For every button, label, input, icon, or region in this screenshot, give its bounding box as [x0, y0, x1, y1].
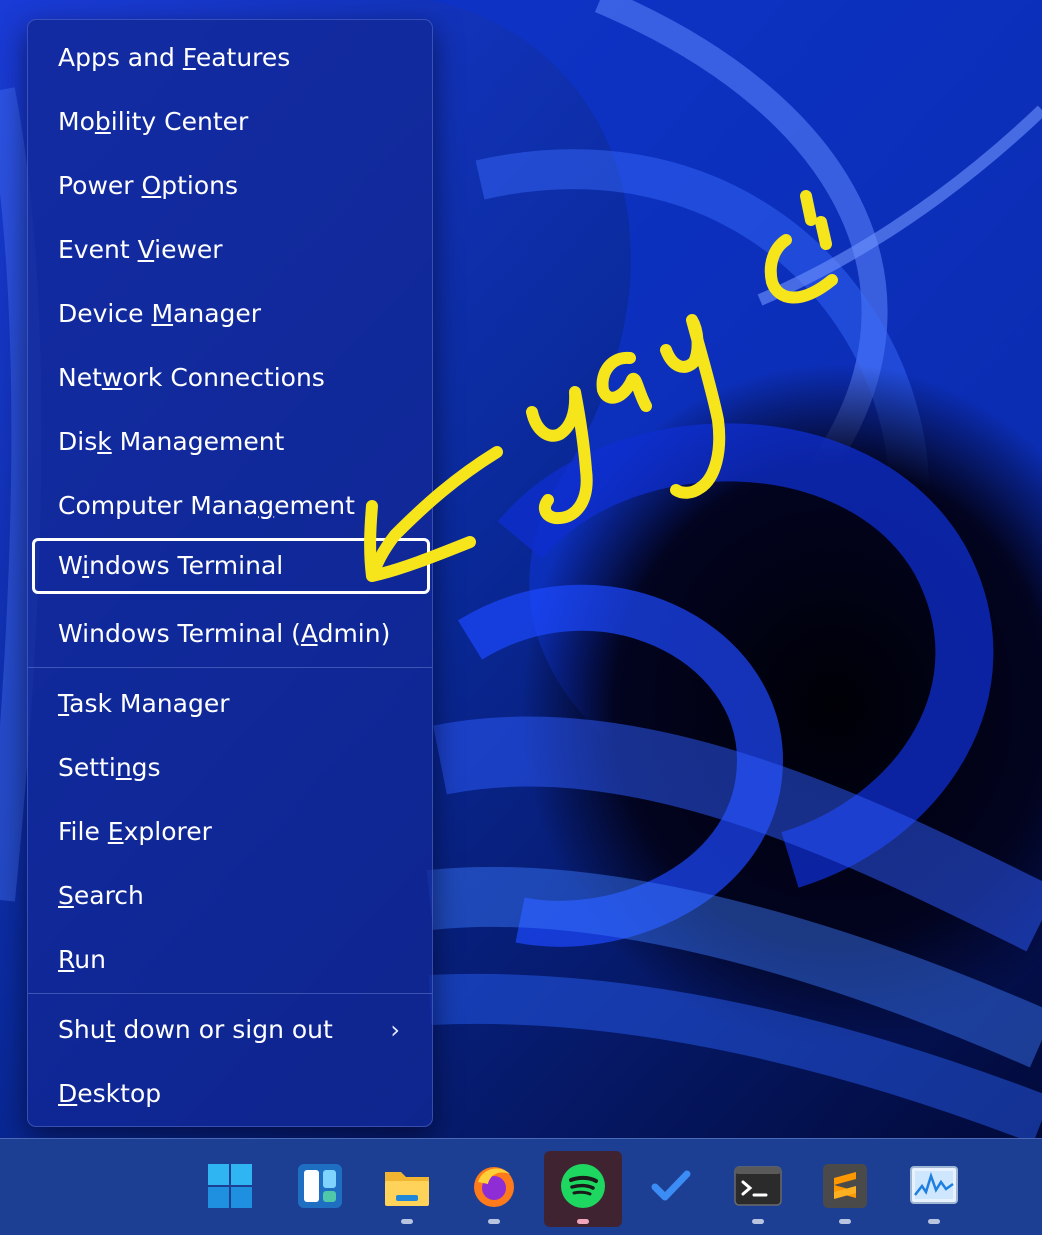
running-indicator	[752, 1219, 764, 1224]
running-indicator	[839, 1219, 851, 1224]
menu-item-file-explorer[interactable]: File Explorer	[32, 804, 430, 860]
spotify-icon	[561, 1164, 605, 1208]
widgets-icon	[298, 1164, 342, 1208]
taskbar-widgets-button[interactable]	[281, 1151, 359, 1227]
menu-item-label: Windows Terminal	[58, 551, 284, 580]
menu-item-network-connections[interactable]: Network Connections	[32, 350, 430, 406]
taskbar	[0, 1138, 1042, 1235]
menu-item-label: Power Options	[58, 171, 239, 200]
menu-item-label: Settings	[58, 753, 161, 782]
menu-item-device-manager[interactable]: Device Manager	[32, 286, 430, 342]
taskbar-resource-monitor-button[interactable]	[895, 1151, 973, 1227]
menu-item-label: Task Manager	[58, 689, 230, 718]
menu-item-label: Network Connections	[58, 363, 325, 392]
menu-separator	[28, 667, 432, 668]
menu-item-label: Mobility Center	[58, 107, 249, 136]
windows-start-icon	[208, 1164, 252, 1208]
menu-item-settings[interactable]: Settings	[32, 740, 430, 796]
menu-separator	[28, 993, 432, 994]
menu-item-search[interactable]: Search	[32, 868, 430, 924]
menu-item-disk-management[interactable]: Disk Management	[32, 414, 430, 470]
menu-item-windows-terminal-admin[interactable]: Windows Terminal (Admin)	[32, 606, 430, 662]
menu-item-apps-and-features[interactable]: Apps and Features	[32, 30, 430, 86]
taskbar-start-button[interactable]	[191, 1151, 269, 1227]
terminal-icon	[734, 1166, 782, 1206]
winx-context-menu: Apps and Features Mobility Center Power …	[27, 19, 433, 1127]
menu-item-label: Disk Management	[58, 427, 285, 456]
menu-item-label: Computer Management	[58, 491, 355, 520]
taskbar-sublime-text-button[interactable]	[806, 1151, 884, 1227]
chevron-right-icon: ›	[390, 1016, 400, 1044]
menu-item-label: Windows Terminal (Admin)	[58, 619, 391, 648]
menu-item-desktop[interactable]: Desktop	[32, 1066, 430, 1122]
running-indicator	[401, 1219, 413, 1224]
menu-item-label: Search	[58, 881, 144, 910]
menu-item-label: Desktop	[58, 1079, 162, 1108]
menu-item-label: Apps and Features	[58, 43, 291, 72]
file-explorer-icon	[385, 1172, 429, 1206]
taskbar-firefox-button[interactable]	[455, 1151, 533, 1227]
menu-item-mobility-center[interactable]: Mobility Center	[32, 94, 430, 150]
menu-item-label: Device Manager	[58, 299, 262, 328]
taskbar-spotify-button[interactable]	[544, 1151, 622, 1227]
menu-item-windows-terminal[interactable]: Windows Terminal	[32, 538, 430, 594]
menu-item-label: Run	[58, 945, 106, 974]
menu-item-run[interactable]: Run	[32, 932, 430, 988]
todo-checkmark-icon	[651, 1170, 691, 1201]
firefox-icon	[474, 1167, 514, 1207]
menu-item-power-options[interactable]: Power Options	[32, 158, 430, 214]
taskbar-terminal-button[interactable]	[719, 1151, 797, 1227]
resource-monitor-icon	[910, 1166, 958, 1204]
menu-item-task-manager[interactable]: Task Manager	[32, 676, 430, 732]
taskbar-todo-button[interactable]	[632, 1151, 710, 1227]
menu-item-computer-management[interactable]: Computer Management	[32, 478, 430, 534]
taskbar-file-explorer-button[interactable]	[368, 1151, 446, 1227]
menu-item-label: Event Viewer	[58, 235, 223, 264]
sublime-text-icon	[823, 1164, 867, 1208]
running-indicator	[928, 1219, 940, 1224]
running-indicator	[488, 1219, 500, 1224]
menu-item-event-viewer[interactable]: Event Viewer	[32, 222, 430, 278]
running-indicator	[577, 1219, 589, 1224]
menu-item-label: Shut down or sign out	[58, 1015, 333, 1044]
menu-item-shut-down-or-sign-out[interactable]: Shut down or sign out ›	[32, 1002, 430, 1058]
menu-item-label: File Explorer	[58, 817, 212, 846]
